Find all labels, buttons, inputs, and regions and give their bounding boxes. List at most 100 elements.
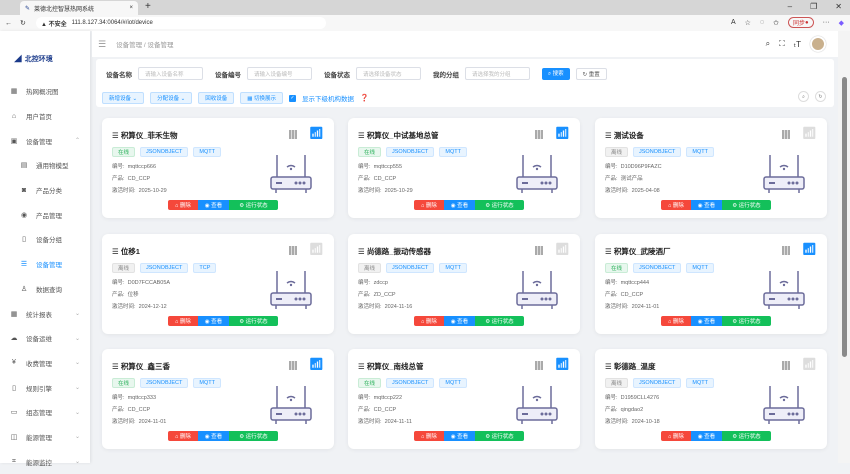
sidebar-item[interactable]: ◫ 能源管理 ⌄	[0, 425, 90, 450]
qrcode-icon[interactable]	[289, 361, 297, 370]
scrollbar[interactable]	[838, 31, 850, 463]
device-title[interactable]: ☰ 积算仪_菲禾生物	[112, 130, 177, 141]
reset-button[interactable]: ↻ 重置	[575, 67, 607, 80]
delete-button[interactable]: ⌂ 删除	[168, 200, 198, 210]
favorites-bar-icon[interactable]: ✩	[773, 19, 779, 27]
view-button[interactable]: ◉ 查看	[443, 316, 476, 326]
sidebar-item[interactable]: ☰ 设备管理	[0, 252, 90, 277]
view-button[interactable]: ◉ 查看	[197, 200, 230, 210]
minimize-button[interactable]: –	[788, 2, 792, 11]
search-button[interactable]: ⌕ 搜索	[542, 67, 570, 80]
delete-button[interactable]: ⌂ 删除	[168, 316, 198, 326]
run-status-button[interactable]: ⚙ 运行状态	[475, 316, 524, 326]
qrcode-icon[interactable]	[535, 130, 543, 139]
device-title[interactable]: ☰ 彰德路_温度	[605, 361, 655, 372]
delete-button[interactable]: ⌂ 删除	[414, 431, 444, 441]
scrollbar-thumb[interactable]	[842, 77, 847, 357]
sidebar-item[interactable]: ♙ 数据查询	[0, 277, 90, 302]
more-icon[interactable]: ···	[823, 19, 830, 26]
delete-button[interactable]: ⌂ 删除	[661, 316, 691, 326]
view-button[interactable]: ◉ 查看	[690, 316, 723, 326]
qrcode-icon[interactable]	[782, 361, 790, 370]
search-toggle-icon[interactable]: ⌕	[798, 91, 809, 102]
sidebar-item[interactable]: ▭ 组态管理 ⌄	[0, 400, 90, 425]
view-button[interactable]: ◉ 查看	[197, 316, 230, 326]
view-button[interactable]: ◉ 查看	[690, 431, 723, 441]
qrcode-icon[interactable]	[289, 130, 297, 139]
group-select[interactable]: 请选择我的分组	[465, 67, 530, 80]
view-button[interactable]: ◉ 查看	[197, 431, 230, 441]
avatar[interactable]	[810, 36, 826, 52]
refresh-icon[interactable]: ↻	[815, 91, 826, 102]
recycle-device-button[interactable]: 回收设备	[198, 92, 235, 104]
sidebar-item[interactable]: ▦ 统计报表 ⌄	[0, 301, 90, 326]
view-button[interactable]: ◉ 查看	[443, 200, 476, 210]
delete-button[interactable]: ⌂ 删除	[414, 316, 444, 326]
device-title[interactable]: ☰ 位移1	[112, 246, 140, 257]
sidebar-item[interactable]: ⌂ 用户首页	[0, 104, 90, 129]
fullscreen-icon[interactable]: ⛶	[779, 39, 785, 49]
url-input[interactable]: ▲ 不安全 111.8.127.34:0064/#/iot/device	[36, 17, 326, 29]
breadcrumb-item[interactable]: 设备管理	[116, 42, 142, 49]
maximize-button[interactable]: ❐	[810, 2, 817, 11]
run-status-button[interactable]: ⚙ 运行状态	[722, 200, 771, 210]
back-icon[interactable]: ←	[5, 20, 12, 27]
device-title[interactable]: ☰ 积算仪_鑫三香	[112, 361, 170, 372]
read-aloud-icon[interactable]: A	[731, 19, 736, 26]
device-title[interactable]: ☰ 积算仪_中试基地总管	[358, 130, 438, 141]
run-status-button[interactable]: ⚙ 运行状态	[722, 431, 771, 441]
run-status-button[interactable]: ⚙ 运行状态	[475, 431, 524, 441]
sidebar-item[interactable]: ▯ 规则引擎 ⌄	[0, 375, 90, 400]
refresh-icon[interactable]: ↻	[20, 19, 26, 27]
add-device-button[interactable]: 新增设备 ⌄	[102, 92, 145, 104]
sidebar-item[interactable]: ▣ 设备管理 ⌃	[0, 128, 90, 153]
copilot-icon[interactable]: ◆	[839, 19, 844, 27]
device-title[interactable]: ☰ 积算仪_南线总管	[358, 361, 423, 372]
device-code: 编号: D10D96P9FAZC	[605, 164, 662, 170]
qrcode-icon[interactable]	[289, 246, 297, 255]
close-tab-icon[interactable]: ×	[129, 5, 133, 11]
sidebar-item[interactable]: ▯ 设备分组	[0, 227, 90, 252]
new-tab-button[interactable]: +	[145, 1, 151, 12]
assign-device-button[interactable]: 分配设备 ⌄	[150, 92, 193, 104]
device-title[interactable]: ☰ 积算仪_武陵酒厂	[605, 246, 670, 257]
view-button[interactable]: ◉ 查看	[443, 431, 476, 441]
delete-button[interactable]: ⌂ 删除	[661, 431, 691, 441]
switch-view-button[interactable]: ▦ 切换展示	[240, 92, 284, 104]
device-title[interactable]: ☰ 尚德路_振动传感器	[358, 246, 431, 257]
run-status-button[interactable]: ⚙ 运行状态	[229, 200, 278, 210]
sync-button[interactable]: 同步 ●	[787, 17, 814, 28]
run-status-button[interactable]: ⚙ 运行状态	[475, 200, 524, 210]
search-icon[interactable]: ⌕	[766, 39, 770, 49]
device-name-input[interactable]: 请输入设备名称	[138, 67, 203, 80]
show-sub-label[interactable]: 显示下级机构数据	[302, 93, 354, 103]
run-status-button[interactable]: ⚙ 运行状态	[722, 316, 771, 326]
device-title[interactable]: ☰ 测试设备	[605, 130, 644, 141]
browser-tab[interactable]: ✎ 莱德北控智慧热网系统 ×	[20, 1, 138, 15]
sidebar-item[interactable]: ◉ 产品管理	[0, 202, 90, 227]
extensions-icon[interactable]: ◌	[760, 19, 764, 26]
sidebar-item[interactable]: ⌗ 能源监控 ⌄	[0, 449, 90, 474]
delete-button[interactable]: ⌂ 删除	[414, 200, 444, 210]
device-code-input[interactable]: 请输入设备编号	[247, 67, 312, 80]
favorite-icon[interactable]: ☆	[745, 19, 751, 27]
close-window-button[interactable]: ✕	[835, 2, 842, 11]
qrcode-icon[interactable]	[782, 130, 790, 139]
view-button[interactable]: ◉ 查看	[690, 200, 723, 210]
sidebar-item[interactable]: ¥ 收费管理 ⌄	[0, 351, 90, 376]
qrcode-icon[interactable]	[782, 246, 790, 255]
delete-button[interactable]: ⌂ 删除	[661, 200, 691, 210]
delete-button[interactable]: ⌂ 删除	[168, 431, 198, 441]
show-sub-checkbox[interactable]: ✓	[289, 94, 297, 102]
sidebar-item[interactable]: ◙ 产品分类	[0, 178, 90, 203]
hamburger-icon[interactable]: ☰	[98, 39, 106, 50]
qrcode-icon[interactable]	[535, 246, 543, 255]
sidebar-item[interactable]: ▦ 热网概况图	[0, 79, 90, 104]
qrcode-icon[interactable]	[535, 361, 543, 370]
device-status-select[interactable]: 请选择设备状态	[356, 67, 421, 80]
run-status-button[interactable]: ⚙ 运行状态	[229, 316, 278, 326]
sidebar-item[interactable]: ☁ 设备运维 ⌄	[0, 326, 90, 351]
run-status-button[interactable]: ⚙ 运行状态	[229, 431, 278, 441]
font-size-icon[interactable]: ₜT	[794, 40, 801, 49]
sidebar-item[interactable]: ▤ 通用物模型	[0, 153, 90, 178]
